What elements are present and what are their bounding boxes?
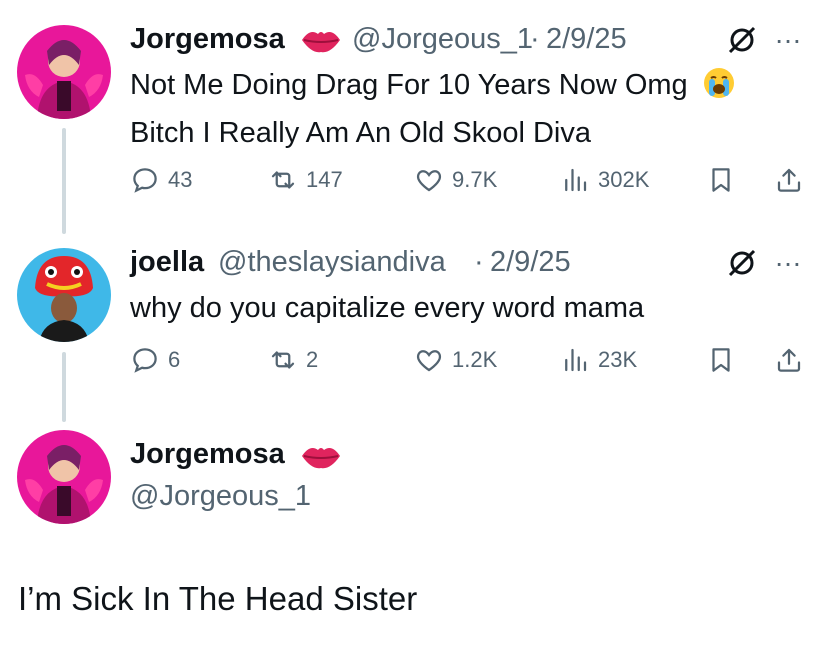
main-author-name[interactable]: Jorgemosa — [130, 438, 285, 471]
avatar[interactable] — [17, 25, 111, 119]
main-handle[interactable]: @Jorgeous_1 — [130, 480, 311, 513]
reply-icon — [133, 168, 157, 193]
heart-icon — [416, 350, 442, 372]
reply-button[interactable]: 6 — [130, 342, 180, 378]
tweet-handle[interactable]: @Jorgeous_1 — [352, 23, 533, 56]
views-icon — [565, 348, 587, 372]
tweet-author-name[interactable]: joella — [130, 246, 204, 279]
tweet-text-line-2: Bitch I Really Am An Old Skool Diva — [130, 117, 591, 149]
tweet-text: Not Me Doing Drag For 10 Years Now Omg B… — [130, 64, 810, 154]
more-options-icon[interactable]: … — [774, 241, 802, 273]
reply-icon — [133, 348, 157, 373]
retweet-count: 147 — [306, 167, 343, 192]
loudly-crying-face-emoji — [702, 66, 736, 112]
views-button[interactable]: 302K — [560, 162, 649, 198]
reply-button[interactable]: 43 — [130, 162, 192, 198]
bookmark-button[interactable] — [706, 162, 744, 198]
bookmark-icon — [712, 168, 730, 192]
retweet-button[interactable]: 2 — [268, 342, 318, 378]
like-button[interactable]: 9.7K — [414, 162, 497, 198]
reply-count: 43 — [168, 167, 193, 192]
tweet-text-line-1: Not Me Doing Drag For 10 Years Now Omg — [130, 69, 688, 101]
tweet-separator: · — [474, 246, 484, 278]
views-count: 23K — [598, 347, 638, 372]
views-button[interactable]: 23K — [560, 342, 637, 378]
tweet-actions: 43 147 9.7K 302K — [130, 162, 810, 198]
reply-count: 6 — [168, 347, 181, 372]
share-button[interactable] — [774, 162, 812, 198]
lips-emoji — [300, 24, 342, 61]
share-icon — [777, 348, 801, 372]
bookmark-button[interactable] — [706, 342, 744, 378]
tweet-author-name[interactable]: Jorgemosa — [130, 23, 285, 56]
heart-icon — [416, 170, 442, 192]
like-count: 9.7K — [452, 167, 498, 192]
lips-emoji — [300, 440, 342, 477]
thread-line-2 — [62, 352, 66, 422]
retweet-icon — [271, 171, 295, 189]
views-icon — [565, 168, 587, 192]
grok-icon[interactable] — [726, 247, 758, 284]
tweet-separator: · — [530, 23, 540, 55]
main-tweet-text: I’m Sick In The Head Sister — [18, 580, 418, 617]
avatar[interactable] — [17, 248, 111, 342]
thread-line-1 — [62, 128, 66, 234]
tweet-handle[interactable]: @theslaysiandiva — [218, 246, 446, 279]
tweet-date[interactable]: 2/9/25 — [546, 23, 627, 56]
like-button[interactable]: 1.2K — [414, 342, 497, 378]
bookmark-icon — [712, 348, 730, 372]
avatar[interactable] — [17, 430, 111, 524]
share-button[interactable] — [774, 342, 812, 378]
share-icon — [777, 168, 801, 192]
tweet-text: why do you capitalize every word mama — [130, 292, 645, 324]
retweet-button[interactable]: 147 — [268, 162, 343, 198]
tweet-actions: 6 2 1.2K 23K — [130, 342, 810, 378]
more-options-icon[interactable]: … — [774, 18, 802, 50]
views-count: 302K — [598, 167, 650, 192]
tweet-date[interactable]: 2/9/25 — [490, 246, 571, 279]
like-count: 1.2K — [452, 347, 498, 372]
retweet-icon — [271, 351, 295, 369]
grok-icon[interactable] — [726, 24, 758, 61]
retweet-count: 2 — [306, 347, 319, 372]
